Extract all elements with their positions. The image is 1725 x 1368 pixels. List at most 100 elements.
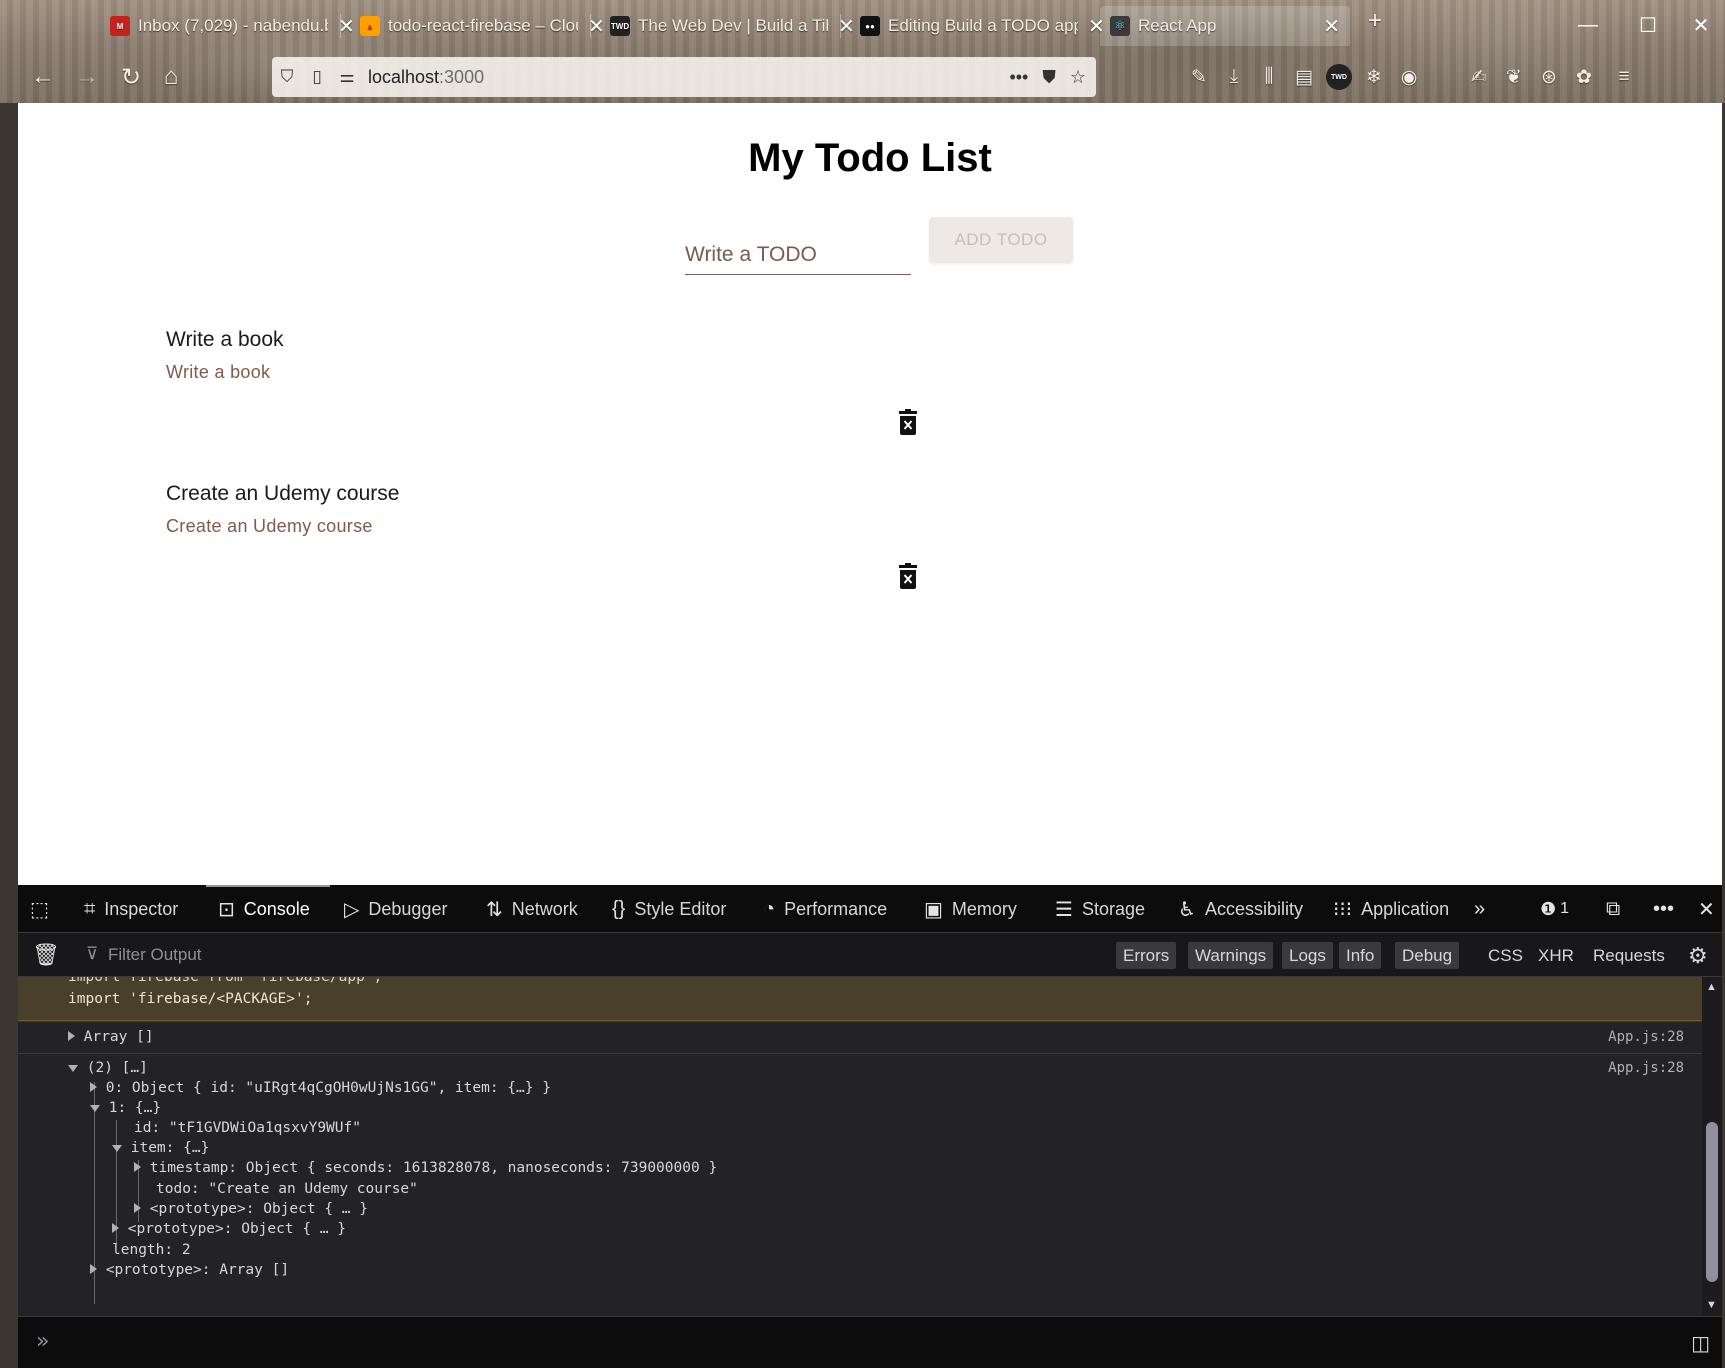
page-actions-icon[interactable]: ••• — [1009, 67, 1028, 88]
maximize-icon[interactable]: ☐ — [1625, 8, 1671, 42]
expand-arrow-icon[interactable] — [112, 1223, 119, 1233]
devtools-menu-icon[interactable]: ••• — [1653, 885, 1674, 933]
snowflake-extension-icon[interactable]: ❄ — [1361, 64, 1387, 90]
more-tabs-icon[interactable]: » — [1474, 885, 1485, 933]
scroll-up-icon[interactable]: ▲ — [1706, 981, 1717, 993]
tab-performance[interactable]: ◔ Performance — [763, 885, 887, 933]
tab-storage[interactable]: ☰ Storage — [1055, 885, 1145, 933]
tab-debugger[interactable]: ▷ Debugger — [344, 885, 447, 933]
log-source-link[interactable]: App.js:28 — [1608, 1060, 1684, 1076]
add-todo-button[interactable]: ADD TODO — [929, 217, 1073, 263]
inspector-icon: ⌗ — [84, 897, 96, 920]
back-icon[interactable]: ← — [24, 58, 62, 96]
permissions-icon[interactable]: ⚌ — [332, 67, 362, 87]
filter-output-input[interactable] — [84, 941, 604, 969]
tree-node: item: {…} — [130, 1140, 210, 1156]
devtools-toolbar: ⬚ ⌗ Inspector ⊡ Console ▷ Debugger ⇅ Network… — [18, 885, 1722, 933]
console-scrollbar[interactable]: ▲ ▼ — [1702, 977, 1722, 1316]
expand-arrow-icon[interactable] — [90, 1082, 97, 1092]
tab-accessibility[interactable]: ♿ Accessibility — [1178, 885, 1303, 933]
log-source-link[interactable]: App.js:28 — [1608, 1029, 1684, 1045]
close-tab-icon[interactable]: ✕ — [1323, 14, 1340, 39]
firebase-icon: ▲ — [360, 16, 380, 36]
error-count-badge[interactable]: ❶1 — [1540, 885, 1569, 933]
filter-xhr-button[interactable]: XHR — [1538, 942, 1574, 969]
expand-arrow-icon[interactable] — [68, 1031, 75, 1041]
collapse-arrow-icon[interactable] — [112, 1145, 122, 1152]
tab-style-editor[interactable]: {} Style Editor — [612, 885, 726, 933]
filter-warnings-button[interactable]: Warnings — [1188, 942, 1274, 969]
warning-text-line: import firebase from 'firebase/app'; — [68, 977, 383, 985]
tab-console[interactable]: ⊡ Console — [218, 885, 310, 933]
paw-extension-icon[interactable]: ❦ — [1501, 64, 1527, 90]
tab-inspector[interactable]: ⌗ Inspector — [84, 885, 178, 933]
nav-bar: ← → ↻ ⌂ ⛉ ▯ ⚌ localhost:3000 ••• ⛊ ☆ ✎ ⤓… — [18, 52, 1725, 102]
console-filter-bar: 🗑 ⊽ Errors Warnings Logs Info Debug CSS … — [18, 933, 1722, 977]
library-icon[interactable]: ⫼ — [1256, 64, 1282, 90]
performance-icon: ◔ — [763, 897, 776, 920]
tab-memory[interactable]: ▣ Memory — [924, 885, 1017, 933]
minimize-icon[interactable]: — — [1565, 8, 1611, 42]
browser-tab-medium[interactable]: ●● Editing Build a TODO app ✕ — [850, 6, 1115, 46]
scrollbar-thumb[interactable] — [1706, 1122, 1718, 1282]
eyedropper-icon[interactable]: ✎ — [1186, 64, 1212, 90]
new-tab-icon[interactable]: + — [1356, 2, 1394, 40]
tab-title: todo-react-firebase – Clou — [388, 16, 578, 35]
globe-extension-icon[interactable]: ⊛ — [1536, 64, 1562, 90]
tab-title: Editing Build a TODO app — [888, 16, 1078, 35]
close-window-icon[interactable]: ✕ — [1678, 8, 1724, 42]
console-input[interactable]: » ◫ — [18, 1316, 1722, 1368]
console-settings-gear-icon[interactable]: ⚙ — [1688, 942, 1708, 969]
forward-icon[interactable]: → — [68, 58, 106, 96]
collapse-arrow-icon[interactable] — [90, 1105, 100, 1112]
clear-console-icon[interactable]: 🗑 — [32, 942, 60, 968]
puzzle-extension-icon[interactable]: ✿ — [1571, 64, 1597, 90]
expand-arrow-icon[interactable] — [90, 1264, 97, 1274]
filter-errors-button[interactable]: Errors — [1116, 942, 1177, 969]
url-bar[interactable]: ⛉ ▯ ⚌ localhost:3000 ••• ⛊ ☆ — [272, 57, 1096, 97]
filter-debug-button[interactable]: Debug — [1395, 942, 1460, 969]
console-log-row[interactable]: (2) […] App.js:28 0: Object { id: "uIRgt… — [18, 1053, 1702, 1316]
url-port: :3000 — [439, 66, 485, 87]
browser-tab-inbox[interactable]: M Inbox (7,029) - nabendu.b ✕ — [100, 6, 365, 46]
filter-info-button[interactable]: Info — [1339, 942, 1382, 969]
collapse-arrow-icon[interactable] — [68, 1065, 78, 1072]
home-icon[interactable]: ⌂ — [152, 58, 190, 96]
element-picker-icon[interactable]: ⬚ — [30, 885, 49, 933]
browser-tab-firebase[interactable]: ▲ todo-react-firebase – Clou ✕ — [350, 6, 615, 46]
tab-application[interactable]: ⁝⁝⁝ Application — [1333, 885, 1449, 933]
download-icon[interactable]: ⤓ — [1221, 64, 1247, 90]
tab-title: The Web Dev | Build a TikTo — [638, 16, 828, 35]
notes-extension-icon[interactable]: ✍ — [1466, 64, 1492, 90]
bookmark-star-icon[interactable]: ☆ — [1070, 67, 1086, 88]
console-log-row[interactable]: Array [] App.js:28 — [18, 1021, 1702, 1053]
filter-logs-button[interactable]: Logs — [1282, 942, 1333, 969]
editor-mode-icon[interactable]: ◫ — [1691, 1331, 1710, 1356]
browser-tab-thewebdev[interactable]: TWD The Web Dev | Build a TikTo ✕ — [600, 6, 865, 46]
tree-node: length: 2 — [112, 1242, 191, 1258]
browser-tab-react-app[interactable]: ⚛ React App ✕ — [1100, 6, 1350, 46]
filter-requests-button[interactable]: Requests — [1593, 942, 1665, 969]
todo-item: Write a book Write a book — [166, 328, 284, 383]
dock-icon[interactable]: ⧉ — [1606, 885, 1620, 933]
todo-input[interactable] — [685, 235, 911, 275]
extension-circle-icon[interactable]: ◉ — [1396, 64, 1422, 90]
expand-arrow-icon[interactable] — [134, 1203, 141, 1213]
storage-icon: ☰ — [1055, 898, 1073, 921]
shield-icon[interactable]: ⛉ — [272, 67, 302, 87]
delete-forever-icon[interactable] — [897, 409, 919, 435]
tab-title: React App — [1138, 16, 1217, 35]
pocket-icon[interactable]: ⛊ — [1042, 67, 1056, 88]
twd-extension-icon[interactable]: TWD — [1326, 64, 1352, 90]
scroll-down-icon[interactable]: ▼ — [1706, 1299, 1717, 1311]
expand-arrow-icon[interactable] — [134, 1162, 141, 1172]
delete-forever-icon[interactable] — [897, 563, 919, 589]
reload-icon[interactable]: ↻ — [112, 58, 150, 96]
filter-css-button[interactable]: CSS — [1488, 942, 1523, 969]
close-devtools-icon[interactable]: ✕ — [1698, 885, 1715, 933]
url-text[interactable]: localhost:3000 — [368, 67, 484, 88]
hamburger-menu-icon[interactable]: ≡ — [1611, 64, 1637, 90]
reader-view-icon[interactable]: ▤ — [1291, 64, 1317, 90]
page-info-icon[interactable]: ▯ — [302, 67, 332, 87]
tab-network[interactable]: ⇅ Network — [486, 885, 578, 933]
